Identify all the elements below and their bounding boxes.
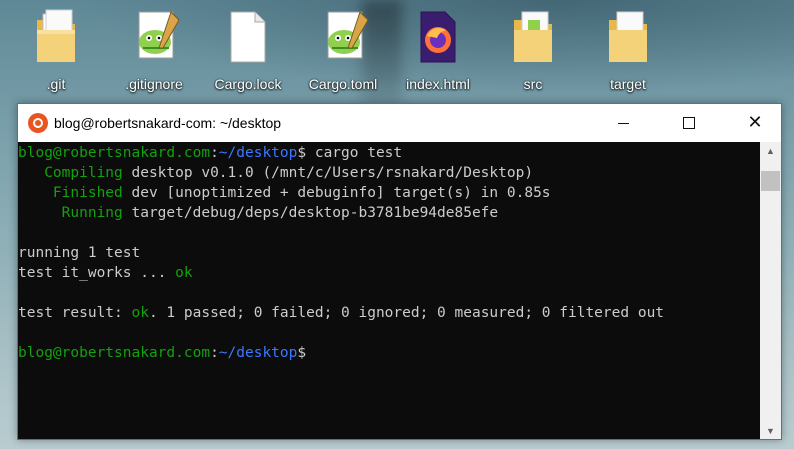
terminal-window[interactable]: blog@robertsnakard-com: ~/desktop ✕ blog… xyxy=(17,103,782,440)
desktop-icon-label: target xyxy=(610,76,646,92)
chevron-down-icon: ▼ xyxy=(766,425,775,436)
terminal-output[interactable]: blog@robertsnakard.com:~/desktop$ cargo … xyxy=(18,142,760,439)
result-status: ok xyxy=(131,305,149,321)
terminal-line: blog@robertsnakard.com:~/desktop$ xyxy=(18,343,760,363)
scroll-down-button[interactable]: ▼ xyxy=(760,422,781,439)
prompt-separator: : xyxy=(210,145,219,161)
terminal-line: test result: ok. 1 passed; 0 failed; 0 i… xyxy=(18,303,760,323)
status-tag: Finished xyxy=(18,185,123,201)
notepadpp-file-icon xyxy=(318,6,369,68)
folder-icon xyxy=(603,6,653,68)
desktop-icon-gitignore[interactable]: .gitignore xyxy=(114,6,194,98)
status-tag: Compiling xyxy=(18,165,123,181)
prompt-dollar: $ xyxy=(297,145,307,161)
status-text: desktop v0.1.0 (/mnt/c/Users/rsnakard/De… xyxy=(122,165,534,181)
minimize-icon xyxy=(617,122,629,124)
prompt-user: blog@robertsnakard.com xyxy=(18,345,211,361)
desktop-icon-label: Cargo.lock xyxy=(214,76,282,92)
status-text: dev [unoptimized + debuginfo] target(s) … xyxy=(122,185,551,201)
desktop-icon-label: .gitignore xyxy=(125,76,183,92)
window-title: blog@robertsnakard-com: ~/desktop xyxy=(54,115,282,131)
terminal-line: Compiling desktop v0.1.0 (/mnt/c/Users/r… xyxy=(18,163,760,183)
terminal-line: running 1 test xyxy=(18,245,141,261)
desktop-icon-label: index.html xyxy=(406,76,470,92)
result-prefix: test result: xyxy=(18,305,132,321)
desktop-icon-label: .git xyxy=(46,76,66,92)
ubuntu-icon xyxy=(28,113,48,133)
title-bar[interactable]: blog@robertsnakard-com: ~/desktop ✕ xyxy=(18,104,781,142)
firefox-html-icon xyxy=(413,6,463,68)
terminal-line: Running target/debug/deps/desktop-b3781b… xyxy=(18,203,760,223)
close-button[interactable]: ✕ xyxy=(732,104,778,142)
desktop-icon-index-html[interactable]: index.html xyxy=(398,6,478,98)
vertical-scrollbar[interactable]: ▲ ▼ xyxy=(760,142,781,439)
chevron-up-icon: ▲ xyxy=(766,145,775,156)
desktop-icon-cargo-lock[interactable]: Cargo.lock xyxy=(208,6,288,98)
desktop-icon-label: src xyxy=(523,76,543,92)
prompt-dollar: $ xyxy=(297,345,307,361)
terminal-line: blog@robertsnakard.com:~/desktop$ cargo … xyxy=(18,143,760,163)
scroll-up-button[interactable]: ▲ xyxy=(760,142,781,159)
blank-file-icon xyxy=(223,6,273,68)
prompt-separator: : xyxy=(210,345,219,361)
terminal-line: test it_works ... ok xyxy=(18,263,760,283)
minimize-button[interactable] xyxy=(600,104,646,142)
scroll-thumb[interactable] xyxy=(761,171,780,191)
desktop-icon-label: Cargo.toml xyxy=(308,76,378,92)
notepadpp-file-icon xyxy=(129,6,180,68)
test-status: ok xyxy=(175,265,193,281)
desktop-icon-target[interactable]: target xyxy=(588,6,668,98)
prompt-user: blog@robertsnakard.com xyxy=(18,145,211,161)
command-text: cargo test xyxy=(306,145,403,161)
test-name: test it_works ... xyxy=(18,265,176,281)
maximize-icon xyxy=(683,117,695,129)
desktop-icon-src[interactable]: src xyxy=(493,6,573,98)
close-icon: ✕ xyxy=(747,112,763,133)
desktop-icon-git[interactable]: .git xyxy=(16,6,96,98)
terminal-line: Finished dev [unoptimized + debuginfo] t… xyxy=(18,183,760,203)
maximize-button[interactable] xyxy=(666,104,712,142)
desktop-icon-cargo-toml[interactable]: Cargo.toml xyxy=(303,6,383,98)
folder-icon xyxy=(508,6,558,68)
result-summary: . 1 passed; 0 failed; 0 ignored; 0 measu… xyxy=(148,305,665,321)
status-tag: Running xyxy=(18,205,123,221)
prompt-path: ~/desktop xyxy=(218,145,298,161)
status-text: target/debug/deps/desktop-b3781be94de85e… xyxy=(122,205,499,221)
folder-icon xyxy=(31,6,81,68)
prompt-path: ~/desktop xyxy=(218,345,298,361)
